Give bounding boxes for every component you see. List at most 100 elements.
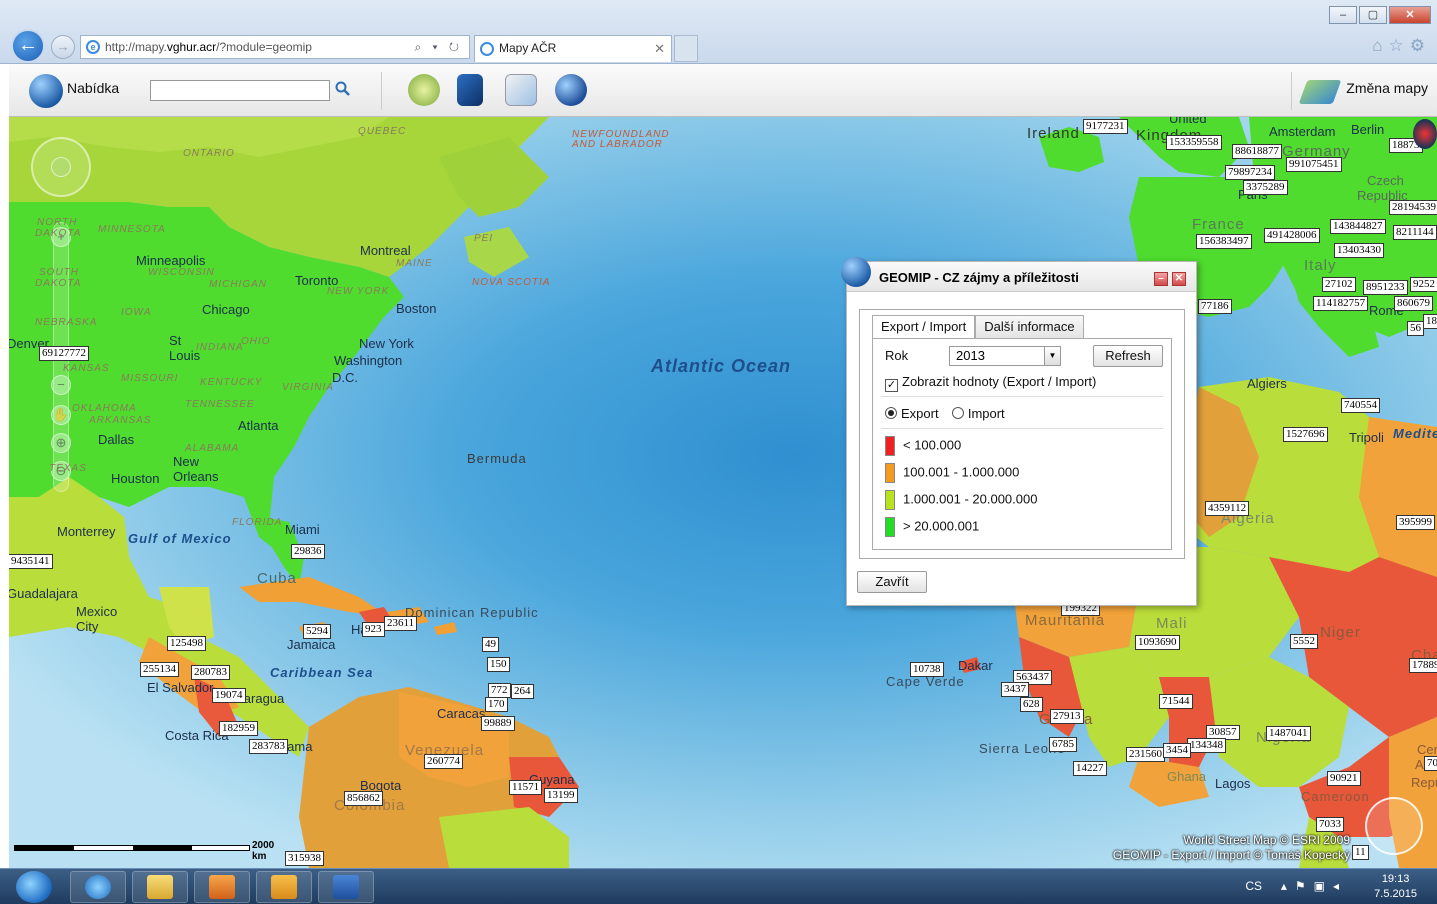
map-label: Chicago bbox=[202, 302, 250, 317]
value-label: 99889 bbox=[481, 716, 515, 731]
value-label: 6785 bbox=[1049, 737, 1077, 752]
language-indicator[interactable]: CS bbox=[1245, 879, 1262, 893]
taskbar-explorer-button[interactable] bbox=[132, 871, 188, 903]
year-select[interactable]: 2013 ▼ bbox=[949, 346, 1061, 366]
taskbar-media-button[interactable] bbox=[194, 871, 250, 903]
forward-arrow-icon[interactable]: → bbox=[51, 35, 75, 59]
map-label: New bbox=[173, 454, 200, 469]
value-label: 88618877 bbox=[1232, 144, 1282, 159]
home-favorites-settings-icons[interactable]: ⌂☆⚙ bbox=[1372, 36, 1431, 56]
map-label: Czech bbox=[1367, 173, 1404, 188]
pan-center-icon[interactable] bbox=[51, 157, 71, 177]
map-label: Ghana bbox=[1167, 769, 1207, 784]
value-label: 71544 bbox=[1159, 694, 1193, 709]
legend-swatch bbox=[885, 436, 895, 456]
menu-label[interactable]: Nabídka bbox=[67, 80, 119, 96]
value-label: 19074 bbox=[212, 688, 246, 703]
value-label: 5294 bbox=[303, 624, 331, 639]
change-map-label[interactable]: Změna mapy bbox=[1346, 80, 1428, 96]
map-label: ONTARIO bbox=[183, 148, 235, 159]
export-radio[interactable] bbox=[885, 407, 897, 419]
tab-dalsi-informace[interactable]: Další informace bbox=[975, 315, 1084, 339]
tab-export-import[interactable]: Export / Import bbox=[872, 315, 976, 339]
start-button[interactable] bbox=[16, 871, 52, 903]
value-label: 13403430 bbox=[1334, 243, 1384, 258]
dialog-minimize-button[interactable]: – bbox=[1154, 272, 1168, 286]
value-label: 231560 bbox=[1126, 747, 1165, 762]
app-toolbar: Nabídka Změna mapy bbox=[9, 64, 1437, 117]
show-values-checkbox[interactable]: ✓ bbox=[885, 379, 898, 392]
locate-target-icon[interactable] bbox=[408, 74, 440, 106]
taskbar-outlook-button[interactable] bbox=[256, 871, 312, 903]
value-label: 11571 bbox=[509, 780, 543, 795]
tray-icons[interactable]: ▴⚑▣◂ bbox=[1281, 879, 1347, 893]
dialog-close-icon[interactable]: ✕ bbox=[1172, 272, 1186, 286]
map-label: DAKOTA bbox=[35, 228, 82, 239]
map-label: Bermuda bbox=[467, 451, 527, 466]
value-label: 5552 bbox=[1290, 634, 1318, 649]
map-label: MISSOURI bbox=[121, 373, 179, 384]
menu-globe-icon[interactable] bbox=[29, 74, 63, 108]
map-label: Repu bbox=[1411, 775, 1437, 790]
flag-globe-icon[interactable] bbox=[1413, 119, 1437, 149]
close-window-button[interactable]: ✕ bbox=[1389, 6, 1431, 24]
value-label: 70 bbox=[1424, 756, 1437, 771]
chart-edit-icon[interactable] bbox=[505, 74, 537, 106]
new-tab-button[interactable] bbox=[674, 35, 698, 62]
map-label: TEXAS bbox=[49, 463, 87, 474]
tab-close-icon[interactable]: ✕ bbox=[654, 36, 665, 61]
value-label: 283783 bbox=[249, 739, 288, 754]
url-path: /?module=geomip bbox=[216, 40, 312, 54]
map-label: SOUTH bbox=[39, 267, 79, 278]
import-radio-label[interactable]: Import bbox=[968, 406, 1005, 421]
layers-map-icon[interactable] bbox=[1298, 80, 1342, 104]
pan-navigation-control[interactable] bbox=[31, 137, 91, 197]
pan-hand-icon[interactable]: ✋ bbox=[51, 405, 71, 425]
refresh-button[interactable]: Refresh bbox=[1093, 345, 1163, 367]
taskbar-ie-button[interactable] bbox=[70, 871, 126, 903]
maximize-window-button[interactable]: ▢ bbox=[1359, 6, 1387, 24]
map-label: Jamaica bbox=[287, 637, 336, 652]
legend-item: 100.001 - 1.000.000 bbox=[885, 463, 1019, 483]
address-bar[interactable]: e http://mapy.vghur.acr/?module=geomip ⌕… bbox=[80, 35, 470, 59]
map-label: Gulf of Mexico bbox=[128, 531, 232, 546]
taskbar-clock[interactable]: 19:13 7.5.2015 bbox=[1374, 872, 1417, 902]
close-dialog-button[interactable]: Zavřít bbox=[857, 571, 927, 593]
value-label: 9177231 bbox=[1083, 119, 1128, 134]
zoom-out-button[interactable]: − bbox=[51, 375, 71, 395]
search-icon[interactable] bbox=[335, 81, 350, 96]
back-arrow-icon[interactable]: ← bbox=[11, 29, 45, 63]
value-label: 11 bbox=[1352, 845, 1369, 860]
map-label: ALABAMA bbox=[185, 443, 240, 454]
browser-tab[interactable]: Mapy AČR ✕ bbox=[474, 35, 672, 62]
map-label: Monterrey bbox=[57, 524, 116, 539]
value-label: 991075451 bbox=[1286, 157, 1342, 172]
value-label: 13199 bbox=[544, 788, 578, 803]
map-label: Orleans bbox=[173, 469, 219, 484]
show-values-row[interactable]: ✓ Zobrazit hodnoty (Export / Import) bbox=[885, 374, 1096, 392]
value-label: 69127772 bbox=[39, 346, 89, 361]
value-label: 125498 bbox=[167, 636, 206, 651]
world-globe-icon[interactable] bbox=[555, 74, 587, 106]
map-label: MINNESOTA bbox=[98, 224, 166, 235]
map-label: Dakar bbox=[958, 658, 993, 673]
legend-item: > 20.000.001 bbox=[885, 517, 979, 537]
book-icon[interactable] bbox=[457, 74, 483, 106]
map-label: Atlanta bbox=[238, 418, 279, 433]
import-radio[interactable] bbox=[951, 407, 964, 419]
map-canvas[interactable]: + − ✋ ⊕ ⊖ QUEBEC ONTARIO NEWFOUNDLAND AN… bbox=[9, 117, 1437, 868]
export-radio-label[interactable]: Export bbox=[901, 406, 939, 421]
zoom-in-magnifier-icon[interactable]: ⊕ bbox=[51, 433, 71, 453]
value-label: 27102 bbox=[1322, 277, 1356, 292]
chevron-down-icon[interactable]: ▼ bbox=[1044, 347, 1060, 365]
divider bbox=[881, 396, 1163, 397]
dialog-panel: Export / Import Další informace Rok 2013… bbox=[859, 309, 1185, 559]
dialog-header[interactable]: GEOMIP - CZ zájmy a příležitosti – ✕ bbox=[841, 257, 1196, 292]
address-search-refresh-icons[interactable]: ⌕ ▾ ↻ bbox=[414, 36, 463, 58]
taskbar-word-button[interactable] bbox=[318, 871, 374, 903]
map-label: France bbox=[1192, 216, 1245, 233]
search-input[interactable] bbox=[150, 80, 330, 101]
value-label: 255134 bbox=[140, 662, 179, 677]
clock-time: 19:13 bbox=[1381, 873, 1410, 885]
minimize-window-button[interactable]: – bbox=[1329, 6, 1357, 24]
